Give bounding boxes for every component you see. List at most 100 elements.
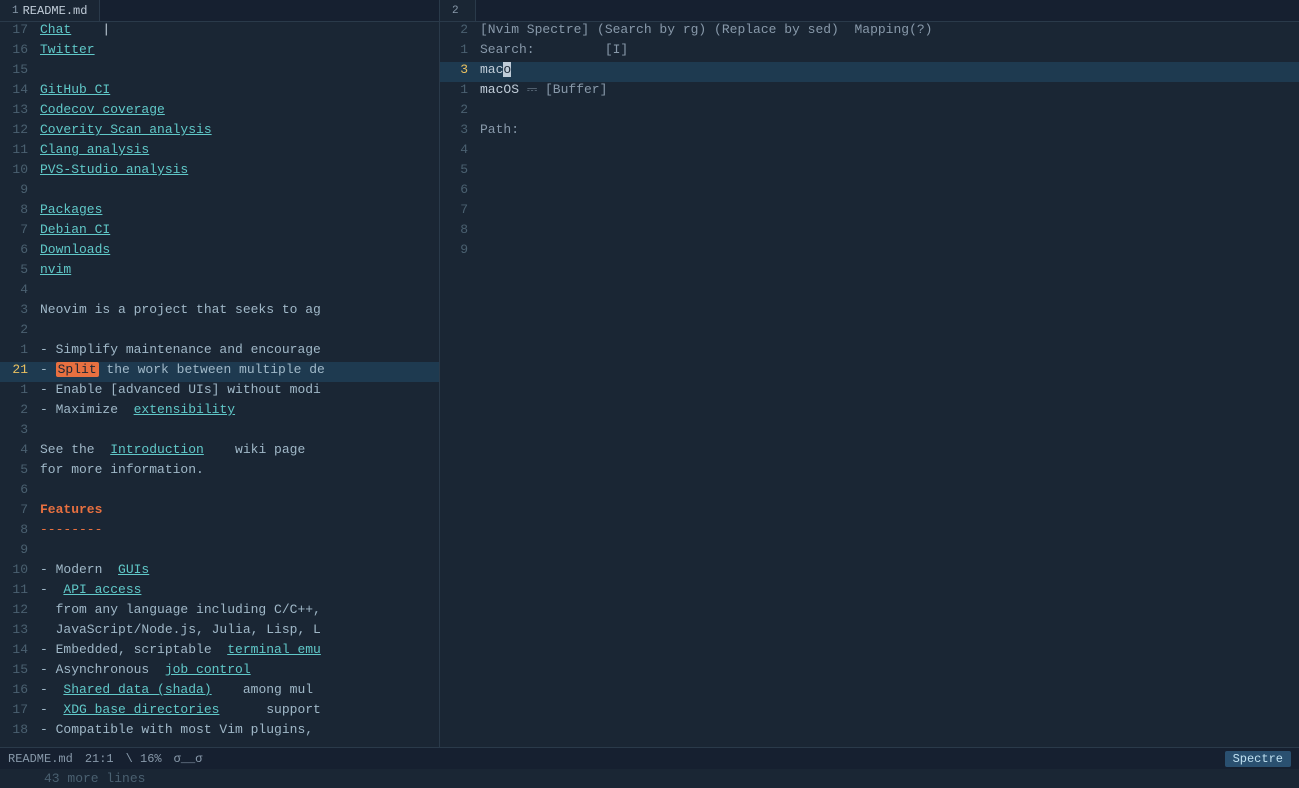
table-row: 6 bbox=[0, 482, 439, 502]
table-row: 21 - Split the work between multiple de bbox=[0, 362, 439, 382]
more-lines-label: 43 more lines bbox=[0, 769, 1299, 788]
spectre-info-line: 2 [Nvim Spectre] (Search by rg) (Replace… bbox=[440, 22, 1299, 42]
statusbar-left: README.md 21:1 \ 16% σ__σ bbox=[8, 752, 202, 766]
right-code-area[interactable]: 2 [Nvim Spectre] (Search by rg) (Replace… bbox=[440, 22, 1299, 747]
spectre-badge: Spectre bbox=[1225, 751, 1291, 767]
link-codecov[interactable]: Codecov coverage bbox=[40, 102, 165, 117]
line-number: 13 bbox=[0, 622, 36, 637]
line-content: Downloads bbox=[36, 242, 439, 257]
link-job-control[interactable]: job control bbox=[165, 662, 251, 677]
line-number: 10 bbox=[0, 562, 36, 577]
line-number: 3 bbox=[0, 302, 36, 317]
table-row: 17 - XDG base directories support bbox=[0, 702, 439, 722]
table-row: 10 - Modern GUIs bbox=[0, 562, 439, 582]
line-content: GitHub CI bbox=[36, 82, 439, 97]
table-row: 8 Packages bbox=[0, 202, 439, 222]
line-number: 9 bbox=[440, 242, 476, 257]
line-number: 2 bbox=[0, 322, 36, 337]
table-row: 7 bbox=[440, 202, 1299, 222]
table-row: 7 Debian CI bbox=[0, 222, 439, 242]
link-shada[interactable]: Shared data (shada) bbox=[63, 682, 211, 697]
tab-readme[interactable]: 1 README.md bbox=[0, 0, 100, 21]
link-packages[interactable]: Packages bbox=[40, 202, 102, 217]
link-coverity[interactable]: Coverity Scan analysis bbox=[40, 122, 212, 137]
table-row: 9 bbox=[0, 542, 439, 562]
table-row: 6 Downloads bbox=[0, 242, 439, 262]
link-guis[interactable]: GUIs bbox=[118, 562, 149, 577]
table-row: 16 Twitter bbox=[0, 42, 439, 62]
line-number: 14 bbox=[0, 642, 36, 657]
line-number: 4 bbox=[0, 282, 36, 297]
table-row: 4 See the Introduction wiki page bbox=[0, 442, 439, 462]
right-tab-bar: 2 bbox=[440, 0, 1299, 22]
line-number: 1 bbox=[440, 82, 476, 97]
line-number: 3 bbox=[440, 62, 476, 77]
table-row: 8 -------- bbox=[0, 522, 439, 542]
highlight-split: Split bbox=[56, 362, 99, 377]
line-number: 13 bbox=[0, 102, 36, 117]
link-nvim[interactable]: nvim bbox=[40, 262, 71, 277]
line-number: 6 bbox=[0, 482, 36, 497]
cursor: o bbox=[503, 62, 511, 77]
tab-right[interactable]: 2 bbox=[440, 0, 476, 21]
link-xdg[interactable]: XDG base directories bbox=[63, 702, 219, 717]
line-content: nvim bbox=[36, 262, 439, 277]
link-terminal-emu[interactable]: terminal emu bbox=[227, 642, 321, 657]
line-number: 1 bbox=[0, 342, 36, 357]
search-input-content: maco bbox=[476, 62, 1299, 77]
table-row: 18 - Compatible with most Vim plugins, bbox=[0, 722, 439, 742]
line-content: - API access bbox=[36, 582, 439, 597]
line-content: - Compatible with most Vim plugins, bbox=[36, 722, 439, 737]
line-number: 18 bbox=[0, 722, 36, 737]
statusbar: README.md 21:1 \ 16% σ__σ Spectre bbox=[0, 747, 1299, 769]
table-row: 2 bbox=[440, 102, 1299, 122]
link-twitter[interactable]: Twitter bbox=[40, 42, 95, 57]
line-number: 7 bbox=[440, 202, 476, 217]
line-number: 1 bbox=[440, 42, 476, 57]
line-content: Codecov coverage bbox=[36, 102, 439, 117]
statusbar-mode: σ__σ bbox=[174, 752, 203, 766]
link-api-access[interactable]: API access bbox=[63, 582, 141, 597]
line-content: from any language including C/C++, bbox=[36, 602, 439, 617]
line-content: - XDG base directories support bbox=[36, 702, 439, 717]
link-chat[interactable]: Chat bbox=[40, 22, 71, 37]
line-content: Chat | bbox=[36, 22, 439, 37]
table-row: 14 GitHub CI bbox=[0, 82, 439, 102]
line-content: macOS ⎓ [Buffer] bbox=[476, 82, 1299, 97]
line-content: Coverity Scan analysis bbox=[36, 122, 439, 137]
table-row: 9 bbox=[440, 242, 1299, 262]
table-row: 17 Chat | bbox=[0, 22, 439, 42]
statusbar-scroll: \ 16% bbox=[126, 752, 162, 766]
line-number: 16 bbox=[0, 42, 36, 57]
line-number: 8 bbox=[0, 522, 36, 537]
search-input-line[interactable]: 3 maco bbox=[440, 62, 1299, 82]
editor-container: 1 README.md 17 Chat | 16 Twitter 15 1 bbox=[0, 0, 1299, 747]
link-downloads[interactable]: Downloads bbox=[40, 242, 110, 257]
link-introduction[interactable]: Introduction bbox=[110, 442, 204, 457]
line-number: 5 bbox=[0, 462, 36, 477]
table-row: 11 Clang analysis bbox=[0, 142, 439, 162]
line-content: Packages bbox=[36, 202, 439, 217]
line-content: - Split the work between multiple de bbox=[36, 362, 439, 377]
link-clang[interactable]: Clang analysis bbox=[40, 142, 149, 157]
statusbar-right: Spectre bbox=[1225, 752, 1291, 766]
statusbar-filename: README.md bbox=[8, 752, 73, 766]
line-content: See the Introduction wiki page bbox=[36, 442, 439, 457]
line-number: 16 bbox=[0, 682, 36, 697]
table-row: 6 bbox=[440, 182, 1299, 202]
line-content: -------- bbox=[36, 522, 439, 537]
left-pane: 1 README.md 17 Chat | 16 Twitter 15 1 bbox=[0, 0, 440, 747]
line-content: Features bbox=[36, 502, 439, 517]
left-code-area[interactable]: 17 Chat | 16 Twitter 15 14 GitHub CI 13 bbox=[0, 22, 439, 747]
link-pvs[interactable]: PVS-Studio analysis bbox=[40, 162, 188, 177]
line-number: 5 bbox=[0, 262, 36, 277]
link-github-ci[interactable]: GitHub CI bbox=[40, 82, 110, 97]
line-number: 15 bbox=[0, 62, 36, 77]
link-extensibility[interactable]: extensibility bbox=[134, 402, 235, 417]
table-row: 1 - Simplify maintenance and encourage bbox=[0, 342, 439, 362]
line-content: Clang analysis bbox=[36, 142, 439, 157]
line-number: 6 bbox=[0, 242, 36, 257]
path-label-line: 3 Path: bbox=[440, 122, 1299, 142]
link-debian[interactable]: Debian CI bbox=[40, 222, 110, 237]
heading-features: Features bbox=[40, 502, 102, 517]
